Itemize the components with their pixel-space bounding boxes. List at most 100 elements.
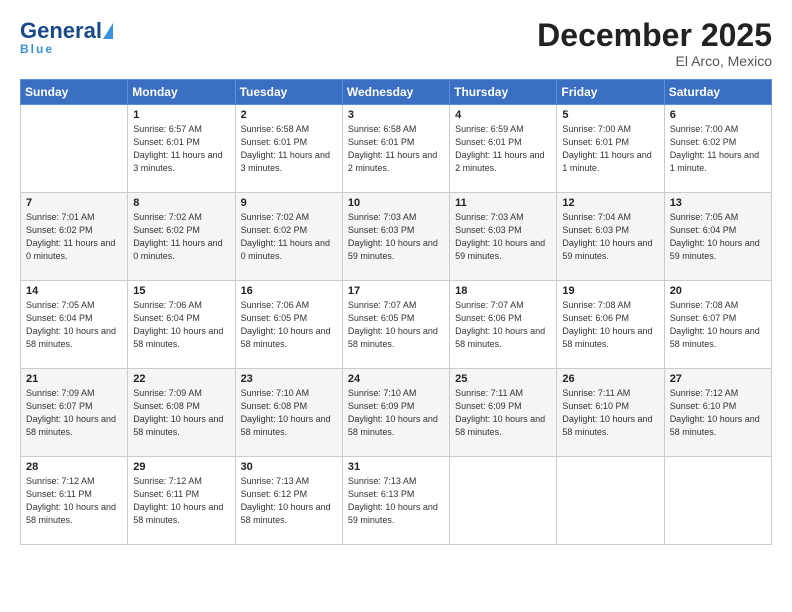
calendar-cell: 15Sunrise: 7:06 AM Sunset: 6:04 PM Dayli… xyxy=(128,281,235,369)
day-info: Sunrise: 7:06 AM Sunset: 6:04 PM Dayligh… xyxy=(133,299,229,351)
calendar-cell: 19 Sunrise: 7:08 AM Sunset: 6:06 PM Dayli… xyxy=(557,281,664,369)
day-info: Sunrise: 6:59 AM Sunset: 6:01 PM Dayligh… xyxy=(455,123,551,175)
day-info: Sunrise: 7:10 AM Sunset: 6:09 PM Dayligh… xyxy=(348,387,444,439)
day-number: 18 xyxy=(455,285,551,297)
header-day-sunday: Sunday xyxy=(21,80,128,105)
day-number: 24 xyxy=(348,373,444,385)
calendar-cell: 27 Sunrise: 7:12 AM Sunset: 6:10 PM Dayli… xyxy=(664,369,771,457)
day-info: Sunrise: 7:11 AM Sunset: 6:09 PM Dayligh… xyxy=(455,387,551,439)
day-number: 21 xyxy=(26,373,122,385)
header-day-saturday: Saturday xyxy=(664,80,771,105)
day-number: 26 xyxy=(562,373,658,385)
day-number: 27 xyxy=(670,373,766,385)
logo: General Blue xyxy=(20,18,113,56)
calendar-page: General Blue December 2025 El Arco, Mexi… xyxy=(0,0,792,612)
day-number: 8 xyxy=(133,197,229,209)
header: General Blue December 2025 El Arco, Mexi… xyxy=(20,18,772,69)
day-number: 7 xyxy=(26,197,122,209)
day-info: Sunrise: 7:03 AM Sunset: 6:03 PM Dayligh… xyxy=(348,211,444,263)
day-info: Sunrise: 7:08 AM Sunset: 6:07 PM Dayligh… xyxy=(670,299,766,351)
day-info: Sunrise: 7:10 AM Sunset: 6:08 PM Dayligh… xyxy=(241,387,337,439)
calendar-cell xyxy=(557,457,664,545)
header-day-wednesday: Wednesday xyxy=(342,80,449,105)
logo-wrap: General xyxy=(20,18,113,44)
calendar-cell: 3 Sunrise: 6:58 AM Sunset: 6:01 PM Daylig… xyxy=(342,105,449,193)
day-info: Sunrise: 7:03 AM Sunset: 6:03 PM Dayligh… xyxy=(455,211,551,263)
day-info: Sunrise: 7:06 AM Sunset: 6:05 PM Dayligh… xyxy=(241,299,337,351)
day-number: 13 xyxy=(670,197,766,209)
day-number: 11 xyxy=(455,197,551,209)
calendar-cell: 16 Sunrise: 7:06 AM Sunset: 6:05 PM Dayli… xyxy=(235,281,342,369)
calendar-cell: 23 Sunrise: 7:10 AM Sunset: 6:08 PM Dayli… xyxy=(235,369,342,457)
day-info: Sunrise: 7:05 AM Sunset: 6:04 PM Dayligh… xyxy=(670,211,766,263)
day-info: Sunrise: 6:57 AM Sunset: 6:01 PM Dayligh… xyxy=(133,123,229,175)
location: El Arco, Mexico xyxy=(537,53,772,69)
calendar-cell: 13 Sunrise: 7:05 AM Sunset: 6:04 PM Dayli… xyxy=(664,193,771,281)
calendar-cell: 12 Sunrise: 7:04 AM Sunset: 6:03 PM Dayli… xyxy=(557,193,664,281)
calendar-cell: 6 Sunrise: 7:00 AM Sunset: 6:02 PM Daylig… xyxy=(664,105,771,193)
day-info: Sunrise: 7:02 AM Sunset: 6:02 PM Dayligh… xyxy=(241,211,337,263)
day-number: 3 xyxy=(348,109,444,121)
calendar-cell: 11 Sunrise: 7:03 AM Sunset: 6:03 PM Dayli… xyxy=(450,193,557,281)
day-number: 9 xyxy=(241,197,337,209)
calendar-cell: 28 Sunrise: 7:12 AM Sunset: 6:11 PM Dayli… xyxy=(21,457,128,545)
day-info: Sunrise: 7:08 AM Sunset: 6:06 PM Dayligh… xyxy=(562,299,658,351)
day-number: 19 xyxy=(562,285,658,297)
day-info: Sunrise: 6:58 AM Sunset: 6:01 PM Dayligh… xyxy=(241,123,337,175)
day-info: Sunrise: 7:09 AM Sunset: 6:08 PM Dayligh… xyxy=(133,387,229,439)
day-number: 1 xyxy=(133,109,229,121)
calendar-cell: 25 Sunrise: 7:11 AM Sunset: 6:09 PM Dayli… xyxy=(450,369,557,457)
day-number: 6 xyxy=(670,109,766,121)
day-info: Sunrise: 7:11 AM Sunset: 6:10 PM Dayligh… xyxy=(562,387,658,439)
day-number: 22 xyxy=(133,373,229,385)
calendar-week-4: 21Sunrise: 7:09 AM Sunset: 6:07 PM Dayli… xyxy=(21,369,772,457)
day-number: 12 xyxy=(562,197,658,209)
calendar-week-3: 14 Sunrise: 7:05 AM Sunset: 6:04 PM Dayli… xyxy=(21,281,772,369)
day-number: 10 xyxy=(348,197,444,209)
day-number: 23 xyxy=(241,373,337,385)
day-number: 16 xyxy=(241,285,337,297)
day-number: 5 xyxy=(562,109,658,121)
calendar-cell xyxy=(450,457,557,545)
calendar-header-row: SundayMondayTuesdayWednesdayThursdayFrid… xyxy=(21,80,772,105)
month-title: December 2025 xyxy=(537,18,772,53)
day-number: 2 xyxy=(241,109,337,121)
header-day-friday: Friday xyxy=(557,80,664,105)
day-info: Sunrise: 6:58 AM Sunset: 6:01 PM Dayligh… xyxy=(348,123,444,175)
day-number: 30 xyxy=(241,461,337,473)
calendar-cell: 9 Sunrise: 7:02 AM Sunset: 6:02 PM Daylig… xyxy=(235,193,342,281)
day-info: Sunrise: 7:05 AM Sunset: 6:04 PM Dayligh… xyxy=(26,299,122,351)
calendar-cell: 4 Sunrise: 6:59 AM Sunset: 6:01 PM Daylig… xyxy=(450,105,557,193)
day-number: 28 xyxy=(26,461,122,473)
day-info: Sunrise: 7:04 AM Sunset: 6:03 PM Dayligh… xyxy=(562,211,658,263)
day-info: Sunrise: 7:00 AM Sunset: 6:02 PM Dayligh… xyxy=(670,123,766,175)
logo-general-text: General xyxy=(20,18,102,44)
day-info: Sunrise: 7:07 AM Sunset: 6:06 PM Dayligh… xyxy=(455,299,551,351)
day-info: Sunrise: 7:12 AM Sunset: 6:10 PM Dayligh… xyxy=(670,387,766,439)
title-block: December 2025 El Arco, Mexico xyxy=(537,18,772,69)
day-info: Sunrise: 7:02 AM Sunset: 6:02 PM Dayligh… xyxy=(133,211,229,263)
day-number: 20 xyxy=(670,285,766,297)
calendar-cell: 26 Sunrise: 7:11 AM Sunset: 6:10 PM Dayli… xyxy=(557,369,664,457)
header-day-monday: Monday xyxy=(128,80,235,105)
day-info: Sunrise: 7:12 AM Sunset: 6:11 PM Dayligh… xyxy=(133,475,229,527)
calendar-cell: 30Sunrise: 7:13 AM Sunset: 6:12 PM Dayli… xyxy=(235,457,342,545)
day-info: Sunrise: 7:01 AM Sunset: 6:02 PM Dayligh… xyxy=(26,211,122,263)
calendar-week-5: 28 Sunrise: 7:12 AM Sunset: 6:11 PM Dayli… xyxy=(21,457,772,545)
calendar-week-1: 1 Sunrise: 6:57 AM Sunset: 6:01 PM Daylig… xyxy=(21,105,772,193)
calendar-cell: 8 Sunrise: 7:02 AM Sunset: 6:02 PM Daylig… xyxy=(128,193,235,281)
calendar-cell xyxy=(21,105,128,193)
calendar-cell: 17Sunrise: 7:07 AM Sunset: 6:05 PM Dayli… xyxy=(342,281,449,369)
day-number: 25 xyxy=(455,373,551,385)
header-day-thursday: Thursday xyxy=(450,80,557,105)
day-info: Sunrise: 7:12 AM Sunset: 6:11 PM Dayligh… xyxy=(26,475,122,527)
calendar-week-2: 7 Sunrise: 7:01 AM Sunset: 6:02 PM Daylig… xyxy=(21,193,772,281)
day-info: Sunrise: 7:13 AM Sunset: 6:13 PM Dayligh… xyxy=(348,475,444,527)
logo-blue-text: Blue xyxy=(20,42,54,56)
calendar-cell: 24 Sunrise: 7:10 AM Sunset: 6:09 PM Dayli… xyxy=(342,369,449,457)
logo-triangle-icon xyxy=(103,23,113,39)
calendar-cell: 1 Sunrise: 6:57 AM Sunset: 6:01 PM Daylig… xyxy=(128,105,235,193)
day-number: 14 xyxy=(26,285,122,297)
header-day-tuesday: Tuesday xyxy=(235,80,342,105)
day-number: 4 xyxy=(455,109,551,121)
